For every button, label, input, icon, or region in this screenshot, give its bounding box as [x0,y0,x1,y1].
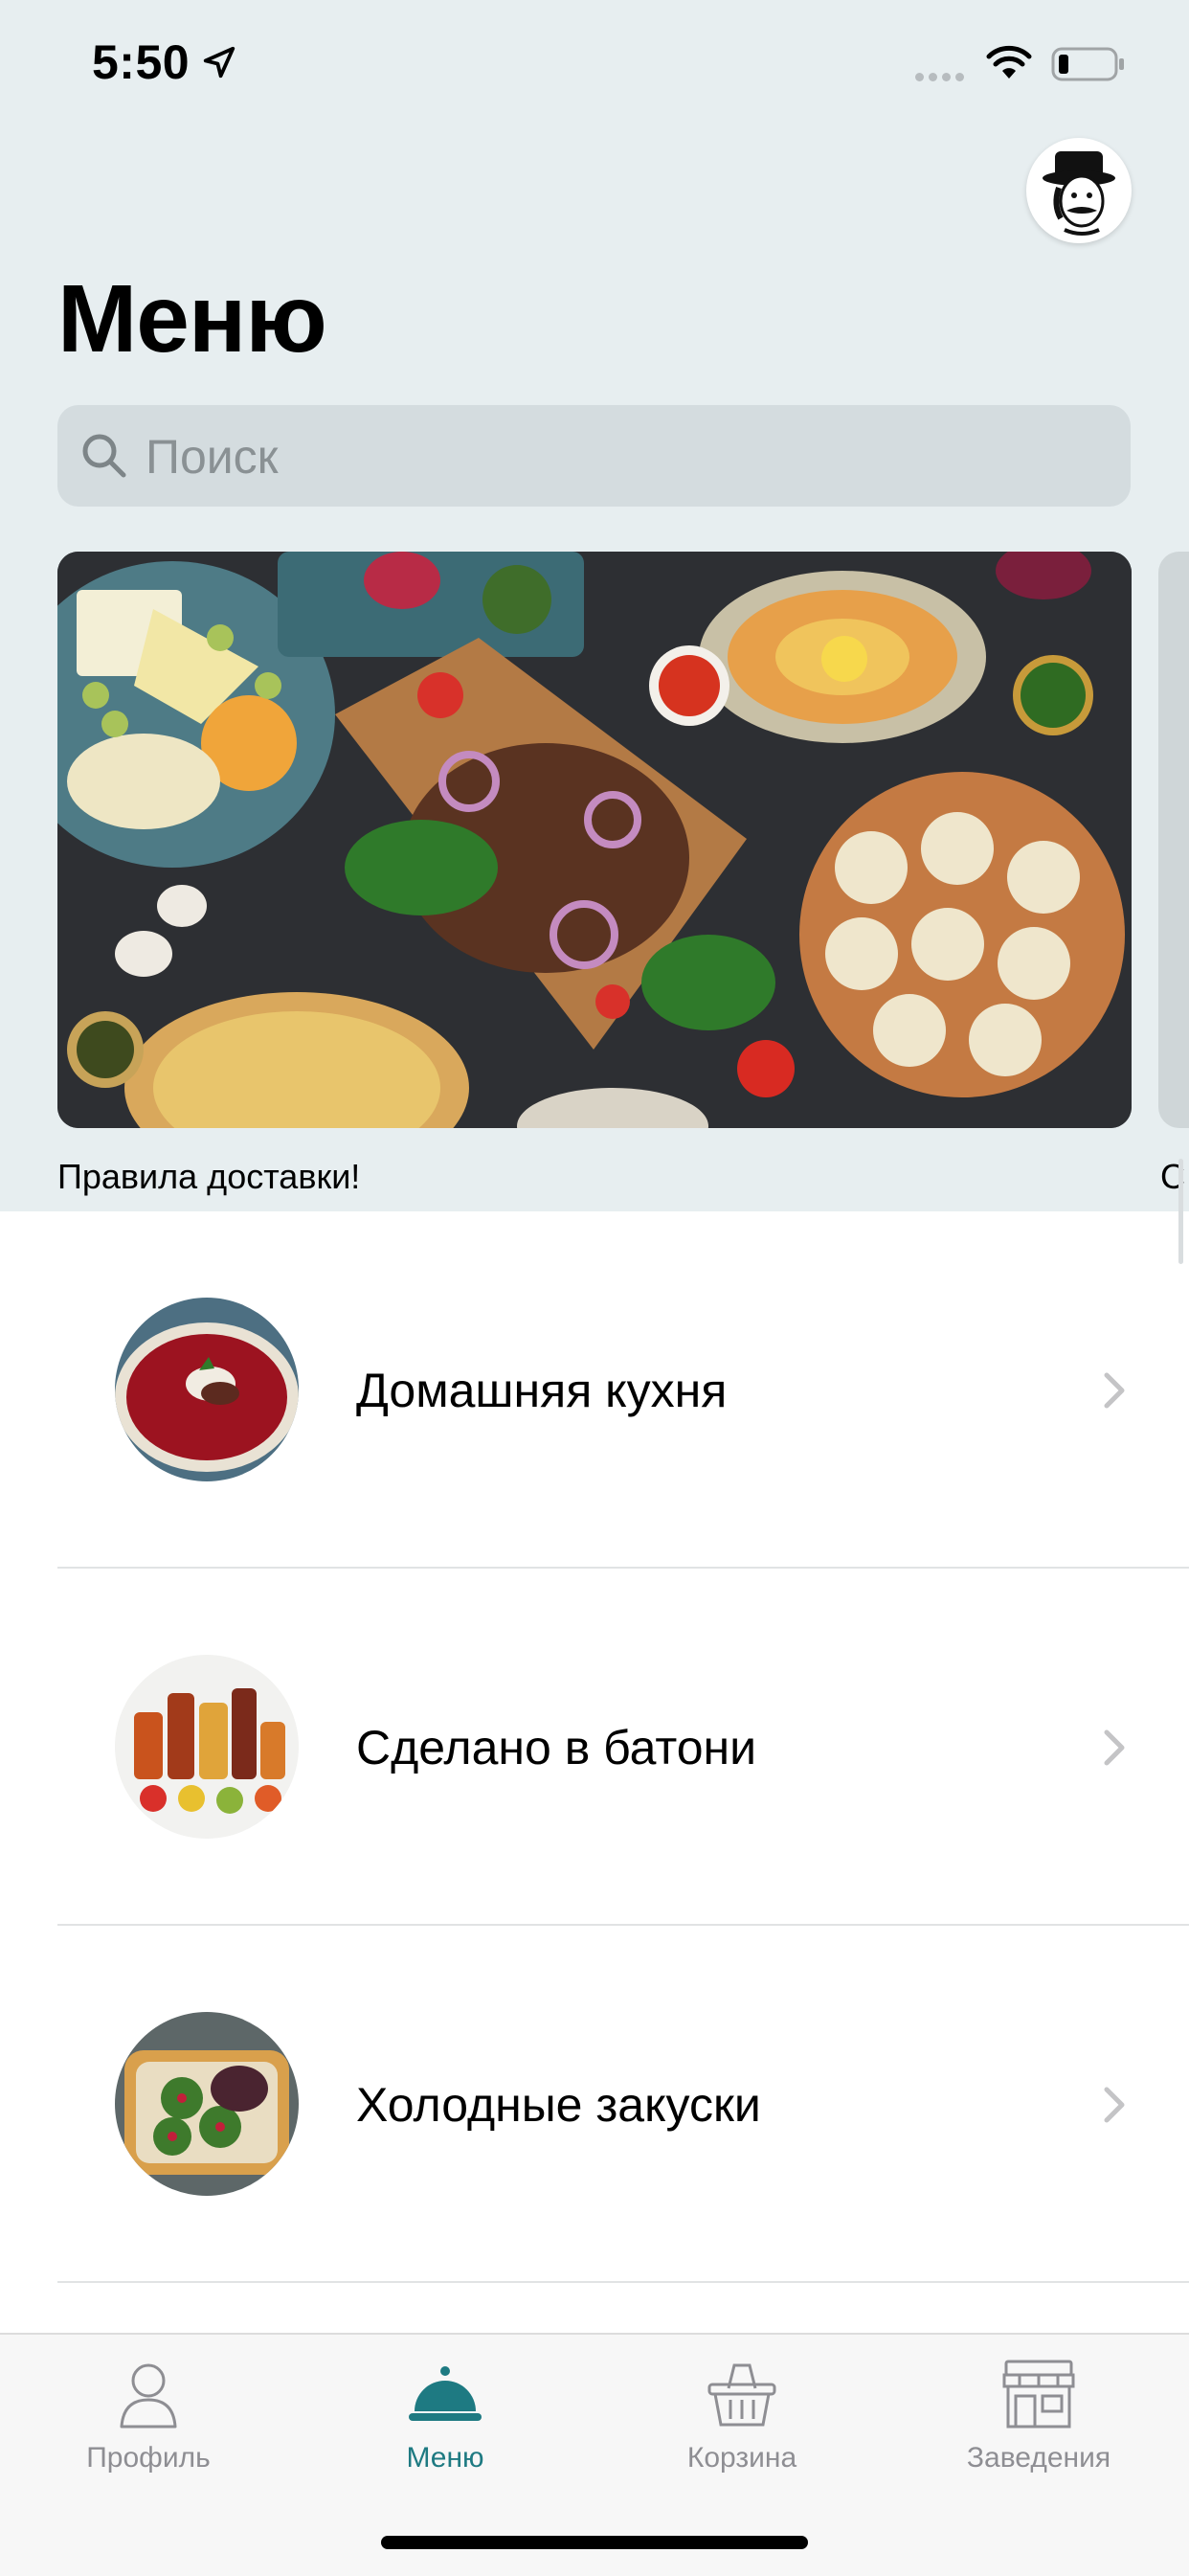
tab-cart[interactable]: Корзина [594,2335,890,2507]
profile-icon [120,2363,177,2429]
tab-label: Меню [406,2442,484,2474]
category-label: Сделано в батони [356,1721,757,1774]
food-banner-image [57,552,1132,1128]
location-arrow-icon [203,46,236,79]
divider [57,2281,1189,2283]
category-row-cold-appetizers[interactable]: Холодные закуски [0,1926,1189,2283]
cloche-icon [409,2366,482,2421]
category-thumbnail [115,1655,299,1839]
preserves-jars-image [115,1655,299,1839]
category-thumbnail [115,2012,299,2196]
chevron-right-icon [1104,2087,1125,2123]
pkhali-appetizer-image [115,2012,299,2196]
category-row-home-cuisine[interactable]: Домашняя кухня [0,1211,1189,1569]
tab-menu[interactable]: Меню [297,2335,594,2507]
promo-banner[interactable] [57,552,1132,1128]
mustache-man-logo-icon [1043,151,1115,236]
category-thumbnail [115,1298,299,1481]
status-time: 5:50 [92,35,191,89]
category-label: Домашняя кухня [356,1364,728,1417]
tab-venues[interactable]: Заведения [890,2335,1187,2507]
home-indicator [381,2536,808,2549]
banner-caption: Правила доставки! [57,1157,361,1196]
avatar[interactable] [1026,138,1132,243]
battery-icon [1051,47,1124,81]
category-label: Холодные закуски [356,2078,761,2132]
page-title: Меню [57,265,327,373]
tab-label: Профиль [86,2442,211,2474]
cellular-signal-icon [915,69,969,86]
basket-icon [707,2363,776,2427]
search-input[interactable] [144,422,1105,491]
storefront-icon [1002,2360,1075,2429]
tab-profile[interactable]: Профиль [0,2335,297,2507]
next-banner[interactable] [1158,552,1189,1128]
tab-label: Заведения [966,2442,1111,2474]
search-bar[interactable] [57,405,1131,507]
wifi-icon [986,45,1032,79]
search-icon [82,434,126,478]
category-row-made-in-batoni[interactable]: Сделано в батони [0,1569,1189,1926]
chevron-right-icon [1104,1729,1125,1766]
tab-label: Корзина [686,2442,797,2474]
borscht-image [115,1298,299,1481]
chevron-right-icon [1104,1372,1125,1409]
